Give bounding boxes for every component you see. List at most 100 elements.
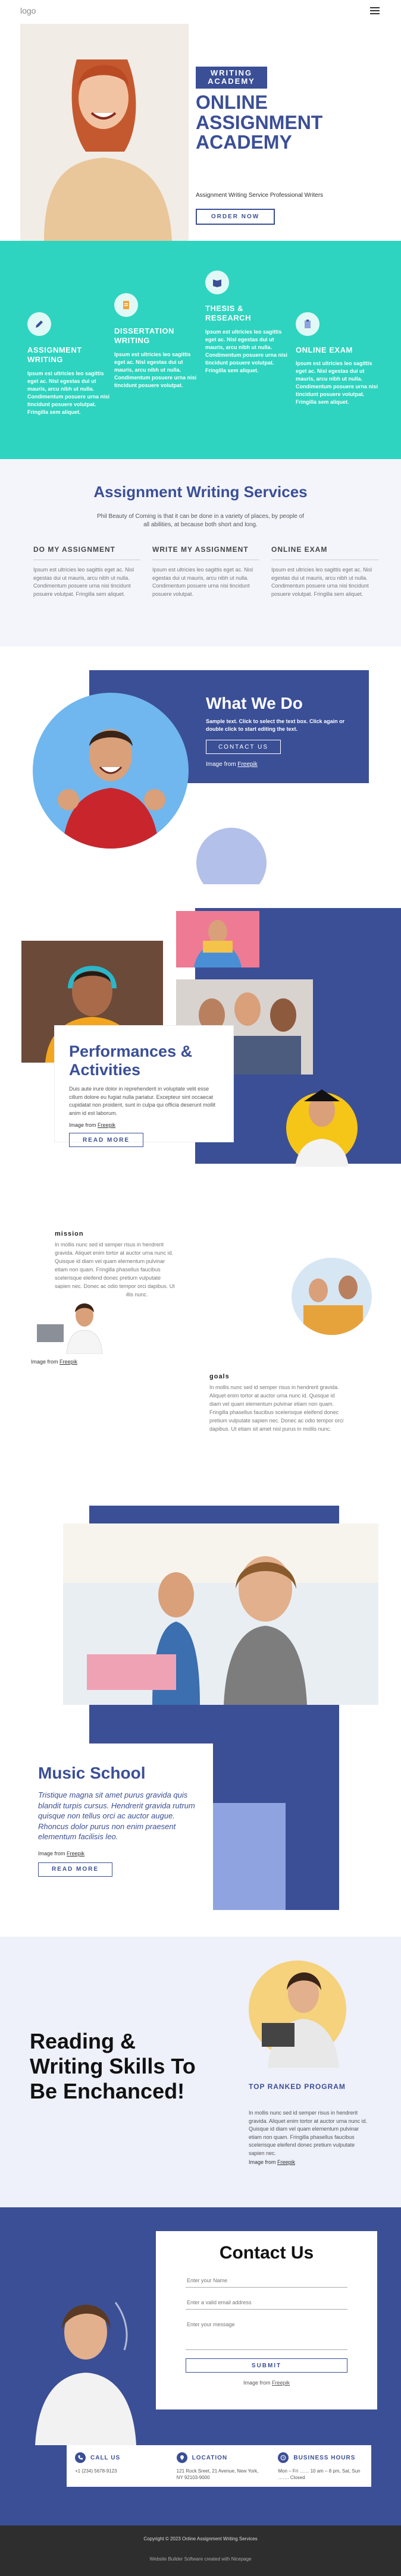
music-school-section: Music School Tristique magna sit amet pu… (0, 1434, 401, 1937)
feature-thesis-research: THESIS & RESEARCH Ipsum est ultricies le… (205, 271, 289, 375)
feature-online-exam: ONLINE EXAM Ipsum est ultricies leo sagi… (296, 312, 379, 407)
site-header: logo (0, 0, 401, 24)
feature-text: Ipsum est ultricies leo sagittis eget ac… (27, 370, 110, 415)
feature-title: ASSIGNMENT WRITING (27, 345, 82, 365)
students-books-image (176, 911, 259, 967)
program-title: TOP RANKED PROGRAM (249, 2082, 346, 2091)
services-title: Assignment Writing Services (93, 483, 308, 501)
contact-us-button[interactable]: CONTACT US (206, 740, 281, 754)
info-value: Mon – Fri …… 10 am – 8 pm, Sat, Sun ……. … (278, 2468, 361, 2481)
image-credit: Image from Freepik (31, 1359, 77, 1365)
what-we-do-text: Sample text. Click to select the text bo… (206, 718, 345, 732)
order-now-button[interactable]: ORDER NOW (196, 209, 275, 225)
name-input[interactable] (186, 2274, 347, 2288)
image-credit: Image from Freepik (186, 2380, 347, 2386)
pencil-icon (27, 312, 51, 336)
image-credit: Image from Freepik (249, 2159, 295, 2165)
decorative-circle (196, 828, 267, 884)
info-value: 121 Rock Sreet, 21 Avenue, New York, NY … (176, 2468, 259, 2481)
image-credit: Image from Freepik (38, 1851, 203, 1856)
student-tablet-image (244, 1949, 357, 2068)
site-footer: Copyright © 2023 Online Assignment Writi… (0, 2525, 401, 2576)
freepik-link[interactable]: Freepik (272, 2380, 290, 2386)
message-input[interactable] (186, 2318, 347, 2350)
students-study-image (292, 1258, 372, 1335)
phone-icon (75, 2452, 86, 2463)
read-more-button[interactable]: READ MORE (69, 1133, 143, 1148)
copyright-text: Copyright © 2023 Online Assignment Writi… (143, 2536, 258, 2542)
clock-icon (278, 2452, 289, 2463)
feature-title: THESIS & RESEARCH (205, 304, 251, 323)
services-description: Phil Beauty of Coming is that it can be … (97, 513, 304, 528)
thinking-girl-image (20, 2267, 151, 2445)
mission-goals-section: mission In mollis nunc sed id semper ris… (0, 1199, 401, 1434)
contact-form: Contact Us SUBMIT Image from Freepik (156, 2231, 377, 2409)
what-we-do-section: What We Do Sample text. Click to select … (0, 646, 401, 884)
music-text: Tristique magna sit amet purus gravida q… (38, 1790, 195, 1842)
credit-prefix: Image from (69, 1122, 98, 1129)
hero-section: WRITING ACADEMY ONLINE ASSIGNMENT ACADEM… (0, 24, 401, 241)
services-section: Assignment Writing Services Phil Beauty … (0, 459, 401, 646)
location-icon (176, 2452, 187, 2463)
student-laptop-image (31, 1289, 126, 1354)
program-text: In mollis nunc sed id semper risus in he… (249, 2110, 368, 2156)
what-we-do-image (33, 693, 189, 849)
freepik-link[interactable]: Freepik (67, 1851, 84, 1856)
performances-card: Performances & Activities Duis aute irur… (55, 1026, 233, 1148)
feature-dissertation-writing: DISSERTATION WRITING Ipsum est ultricies… (114, 293, 198, 389)
mission-title: mission (55, 1230, 84, 1237)
contact-info-call: CALL US +1 (234) 5678-9123 (67, 2445, 168, 2487)
feature-assignment-writing: ASSIGNMENT WRITING Ipsum est ultricies l… (27, 312, 111, 416)
contact-info-bar: CALL US +1 (234) 5678-9123 LOCATION 121 … (67, 2445, 371, 2487)
hamburger-menu-icon[interactable] (370, 7, 380, 14)
feature-text: Ipsum est ultricies leo sagittis eget ac… (296, 360, 378, 406)
what-we-do-title: What We Do (206, 694, 303, 712)
service-text: Ipsum est ultricies leo sagittis eget ac… (271, 567, 372, 597)
music-card: Music School Tristique magna sit amet pu… (29, 1743, 213, 1910)
reading-section: Reading & Writing Skills To Be Enchanced… (0, 1937, 401, 2207)
students-classroom-image (63, 1523, 378, 1705)
service-text: Ipsum est ultricies leo sagittis eget ac… (152, 567, 253, 597)
freepik-link[interactable]: Freepik (277, 2159, 295, 2165)
feature-text: Ipsum est ultricies leo sagittis eget ac… (205, 328, 288, 373)
service-item: DO MY ASSIGNMENT Ipsum est ultricies leo… (33, 545, 140, 598)
service-title: DO MY ASSIGNMENT (33, 545, 116, 554)
read-more-button[interactable]: READ MORE (38, 1862, 112, 1877)
credit-prefix: Image from (38, 1850, 67, 1856)
feature-title: ONLINE EXAM (296, 345, 353, 354)
service-title: WRITE MY ASSIGNMENT (152, 545, 249, 554)
freepik-link[interactable]: Freepik (98, 1122, 115, 1128)
girl-thumbs-up-image (283, 1069, 361, 1167)
clipboard-icon (296, 312, 319, 336)
credit-prefix: Image from (249, 2159, 278, 2165)
freepik-link[interactable]: Freepik (237, 761, 257, 768)
credit-prefix: Image from (31, 1359, 60, 1365)
goals-text: In mollis nunc sed id semper risus in he… (209, 1384, 344, 1432)
hero-subtitle: Assignment Writing Service Professional … (196, 192, 324, 199)
performances-text: Duis aute irure dolor in reprehenderit i… (69, 1086, 215, 1116)
performances-section: Performances & Activities Duis aute irur… (0, 884, 401, 1199)
freepik-link[interactable]: Freepik (59, 1359, 77, 1365)
book-icon (205, 271, 229, 294)
document-icon (114, 293, 138, 317)
contact-info-location: LOCATION 121 Rock Sreet, 21 Avenue, New … (168, 2445, 270, 2487)
service-text: Ipsum est ultricies leo sagittis eget ac… (33, 567, 134, 597)
image-credit: Image from Freepik (206, 761, 258, 768)
site-logo[interactable]: logo (20, 6, 36, 15)
service-title: ONLINE EXAM (271, 545, 328, 554)
reading-headline: Reading & Writing Skills To Be Enchanced… (30, 2029, 196, 2104)
contact-section: Contact Us SUBMIT Image from Freepik CAL… (0, 2207, 401, 2525)
service-item: ONLINE EXAM Ipsum est ultricies leo sagi… (271, 545, 378, 598)
feature-text: Ipsum est ultricies leo sagittis eget ac… (114, 351, 197, 388)
contact-title: Contact Us (219, 2243, 314, 2263)
service-item: WRITE MY ASSIGNMENT Ipsum est ultricies … (152, 545, 259, 598)
feature-title: DISSERTATION WRITING (114, 326, 174, 345)
submit-button[interactable]: SUBMIT (186, 2358, 347, 2373)
goals-title: goals (209, 1373, 230, 1380)
made-with-link[interactable]: Website Builder Software created with Ni… (0, 2556, 401, 2562)
email-input[interactable] (186, 2296, 347, 2310)
hero-badge: WRITING ACADEMY (196, 67, 267, 89)
hero-title: ONLINE ASSIGNMENT ACADEMY (196, 92, 323, 153)
image-credit: Image from Freepik (69, 1122, 219, 1128)
features-section: ASSIGNMENT WRITING Ipsum est ultricies l… (0, 241, 401, 459)
